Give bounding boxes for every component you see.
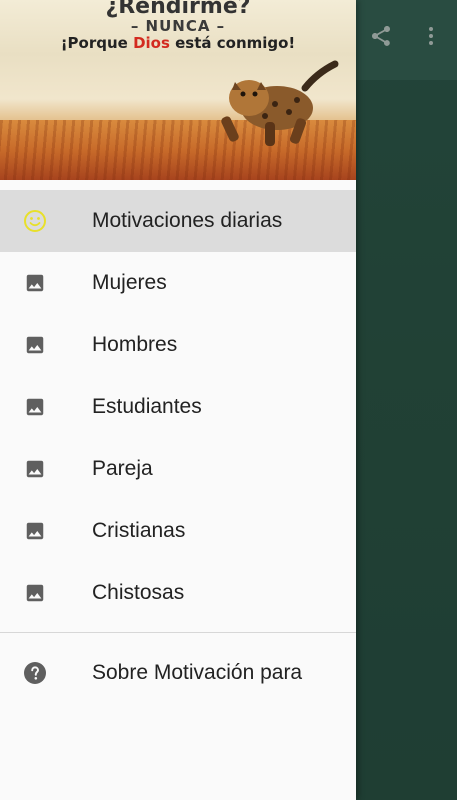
- image-icon: [23, 457, 47, 481]
- drawer-header-image: ¿Rendirme? – NUNCA – ¡Porque Dios está c…: [0, 0, 356, 180]
- image-icon: [23, 271, 47, 295]
- image-icon: [23, 395, 47, 419]
- cheetah-cub-illustration: [221, 60, 339, 146]
- menu-item-estudiantes[interactable]: Estudiantes: [0, 376, 356, 438]
- menu-item-about[interactable]: Sobre Motivación para: [0, 642, 356, 704]
- tagline-end: está conmigo!: [169, 34, 296, 52]
- menu-item-hombres[interactable]: Hombres: [0, 314, 356, 376]
- menu-item-label: Chistosas: [92, 581, 185, 604]
- drawer-menu: Motivaciones diarias Mujeres Hombres Est…: [0, 180, 356, 704]
- menu-item-label: Mujeres: [92, 271, 167, 294]
- tagline-highlight: Dios: [133, 34, 170, 52]
- header-tagline: ¡Porque Dios está conmigo!: [0, 34, 356, 52]
- menu-item-mujeres[interactable]: Mujeres: [0, 252, 356, 314]
- image-icon: [23, 519, 47, 543]
- tagline-start: ¡Porque: [60, 34, 134, 52]
- header-subtitle: – NUNCA –: [130, 17, 226, 35]
- help-icon: [23, 661, 47, 685]
- image-icon: [23, 333, 47, 357]
- navigation-drawer: ¿Rendirme? – NUNCA – ¡Porque Dios está c…: [0, 0, 356, 800]
- menu-item-label: Cristianas: [92, 519, 186, 542]
- smiley-icon: [23, 209, 47, 233]
- menu-item-label: Hombres: [92, 333, 178, 356]
- menu-divider: [0, 632, 356, 633]
- menu-item-label: Estudiantes: [92, 395, 202, 418]
- menu-item-motivaciones-diarias[interactable]: Motivaciones diarias: [0, 190, 356, 252]
- menu-item-cristianas[interactable]: Cristianas: [0, 500, 356, 562]
- menu-item-pareja[interactable]: Pareja: [0, 438, 356, 500]
- menu-item-label: Sobre Motivación para: [92, 661, 303, 684]
- image-icon: [23, 581, 47, 605]
- menu-item-chistosas[interactable]: Chistosas: [0, 562, 356, 624]
- menu-item-label: Motivaciones diarias: [92, 209, 283, 232]
- menu-item-label: Pareja: [92, 457, 153, 480]
